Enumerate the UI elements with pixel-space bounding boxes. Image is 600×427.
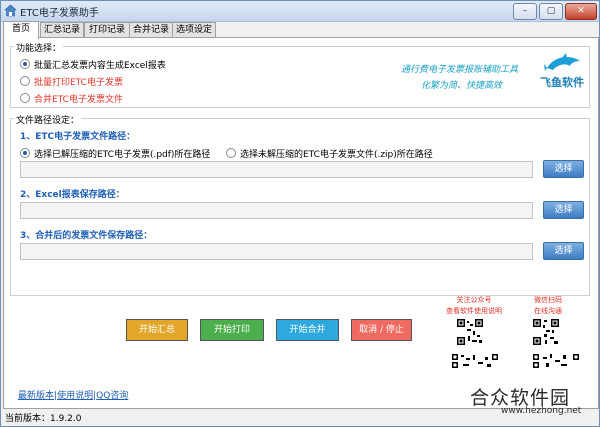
tab-print-records[interactable]: 打印记录 xyxy=(84,22,130,38)
manual-link[interactable]: 使用说明 xyxy=(57,391,93,401)
qr-right-caption: 微信扫码 在线沟通 xyxy=(534,296,562,315)
option-zip-folder[interactable]: 选择未解压缩的ETC电子发票文件(.zip)所在路径 xyxy=(226,147,433,160)
window-title: ETC电子发票助手 xyxy=(20,8,99,19)
home-panel: 功能选择： 批量汇总发票内容生成Excel报表 批量打印ETC电子发票 合并ET… xyxy=(3,37,599,409)
option-pdf-folder[interactable]: 选择已解压缩的ETC电子发票(.pdf)所在路径 xyxy=(20,147,210,160)
tab-home[interactable]: 首页 xyxy=(3,21,39,39)
option-summary-excel[interactable]: 批量汇总发票内容生成Excel报表 xyxy=(20,58,166,71)
slogan-line-2: 化繁为简、快捷高效 xyxy=(421,81,503,91)
tab-options[interactable]: 选项设定 xyxy=(172,22,216,38)
start-print-button[interactable]: 开始打印 xyxy=(200,319,264,341)
browse-pdf-button[interactable]: 选择 xyxy=(543,160,584,178)
radio-icon[interactable] xyxy=(20,148,30,158)
dolphin-logo-icon xyxy=(544,53,580,71)
radio-icon[interactable] xyxy=(20,59,30,69)
browse-merge-button[interactable]: 选择 xyxy=(543,242,584,260)
section-pdf-path-title: 1、ETC电子发票文件路径： xyxy=(20,132,136,142)
minimize-button[interactable]: – xyxy=(513,3,537,20)
option-merge-files[interactable]: 合并ETC电子发票文件 xyxy=(20,92,123,105)
watermark-url: www.hezhong.net xyxy=(501,406,582,416)
slogan-line-1: 通行费电子发票报账辅助工具 xyxy=(401,65,519,75)
tab-summary-records[interactable]: 汇总记录 xyxy=(40,22,84,38)
start-summary-button[interactable]: 开始汇总 xyxy=(126,319,188,341)
footer-links: 最新版本|使用说明|QQ咨询 xyxy=(18,388,128,401)
qr-left-caption: 关注公众号 查看软件使用说明 xyxy=(446,296,502,315)
section-excel-path-title: 2、Excel报表保存路径： xyxy=(20,190,125,200)
excel-path-field[interactable] xyxy=(20,202,533,219)
tab-merge-records[interactable]: 合并记录 xyxy=(129,22,173,38)
option-batch-print[interactable]: 批量打印ETC电子发票 xyxy=(20,75,123,88)
latest-version-link[interactable]: 最新版本 xyxy=(18,391,54,401)
app-window: ETC电子发票助手 – ▢ ✕ 首页 汇总记录 打印记录 合并记录 选项设定 功… xyxy=(0,0,600,427)
qr-strip-right-icon xyxy=(532,353,580,369)
maximize-button[interactable]: ▢ xyxy=(539,3,563,20)
radio-icon[interactable] xyxy=(226,148,236,158)
close-button[interactable]: ✕ xyxy=(565,3,597,20)
function-group-legend: 功能选择： xyxy=(14,41,64,54)
wechat-contact-qr-icon xyxy=(532,318,560,346)
cancel-stop-button[interactable]: 取消 / 停止 xyxy=(351,319,412,341)
radio-icon[interactable] xyxy=(20,93,30,103)
path-group-legend: 文件路径设定： xyxy=(14,113,82,126)
qq-consult-link[interactable]: QQ咨询 xyxy=(96,391,128,401)
section-merge-path-title: 3、合并后的发票文件保存路径： xyxy=(20,231,153,241)
title-bar[interactable]: ETC电子发票助手 – ▢ ✕ xyxy=(1,1,599,22)
logo-text: 飞鱼软件 xyxy=(540,76,584,89)
wechat-official-qr-icon xyxy=(456,318,484,346)
browse-excel-button[interactable]: 选择 xyxy=(543,201,584,219)
merge-path-field[interactable] xyxy=(20,243,533,260)
qr-strip-left-icon xyxy=(451,353,499,369)
app-icon xyxy=(4,4,17,17)
radio-icon[interactable] xyxy=(20,76,30,86)
pdf-path-field[interactable] xyxy=(20,161,533,178)
status-version: 当前版本：1.9.2.0 xyxy=(5,414,82,424)
start-merge-button[interactable]: 开始合并 xyxy=(276,319,339,341)
